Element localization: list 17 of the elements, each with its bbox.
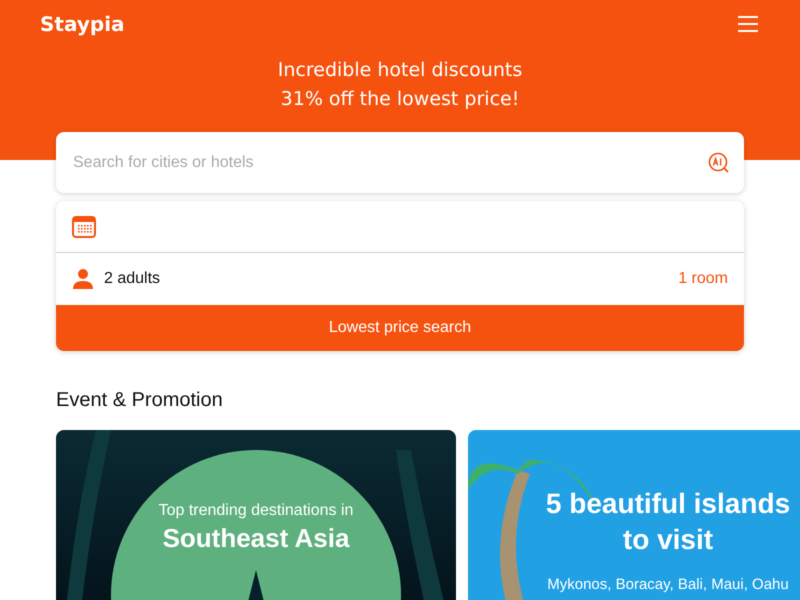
promo-banner[interactable]: Top trending destinations in Southeast Asia <box>56 430 456 600</box>
search-button[interactable]: Lowest price search <box>56 305 744 351</box>
logo[interactable]: Staypia <box>40 12 125 36</box>
headline: 31% off the lowest price! <box>280 87 520 112</box>
banner-subtitle: Top trending destinations in <box>158 502 354 520</box>
headline: Incredible hotel discounts <box>276 58 524 83</box>
ai-search-icon[interactable] <box>708 152 730 174</box>
section-title: Event & Promotion <box>56 389 224 412</box>
calendar-icon[interactable] <box>72 216 96 238</box>
banner-title: Southeast Asia <box>162 522 350 555</box>
guests-selector[interactable]: 2 adults <box>104 270 668 288</box>
promo-banner[interactable]: 5 beautiful islands to visit Mykonos, Boracay, Bali, Maui, Oahu <box>468 430 800 600</box>
banner-subtitle: Mykonos, Boracay, Bali, Maui, Oahu <box>547 576 789 593</box>
rooms-selector[interactable]: 1 room <box>678 270 728 288</box>
banner-title: 5 beautiful islands to visit <box>544 487 792 557</box>
search-field[interactable]: Search for cities or hotels <box>56 132 744 193</box>
person-icon <box>72 268 94 290</box>
